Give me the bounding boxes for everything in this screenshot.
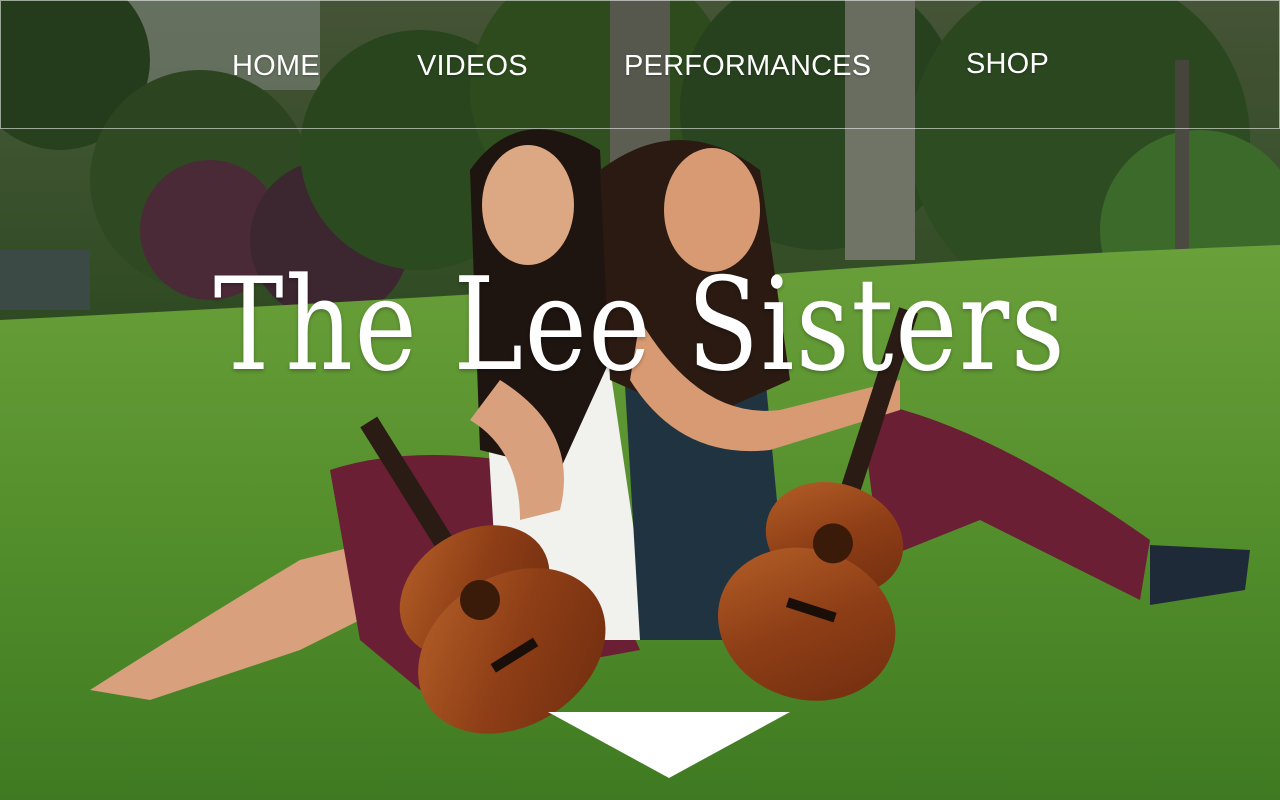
hero-section: HOME VIDEOS PERFORMANCES SHOP The Lee Si… — [0, 0, 1280, 800]
top-navigation-bar: HOME VIDEOS PERFORMANCES SHOP — [0, 0, 1280, 129]
nav-link-performances[interactable]: PERFORMANCES — [624, 50, 871, 83]
nav-link-home[interactable]: HOME — [232, 50, 320, 83]
site-title: The Lee Sisters — [213, 251, 1067, 400]
nav-link-videos[interactable]: VIDEOS — [417, 50, 528, 83]
nav-link-shop[interactable]: SHOP — [966, 48, 1049, 81]
scroll-down-arrow-icon[interactable] — [548, 712, 790, 778]
